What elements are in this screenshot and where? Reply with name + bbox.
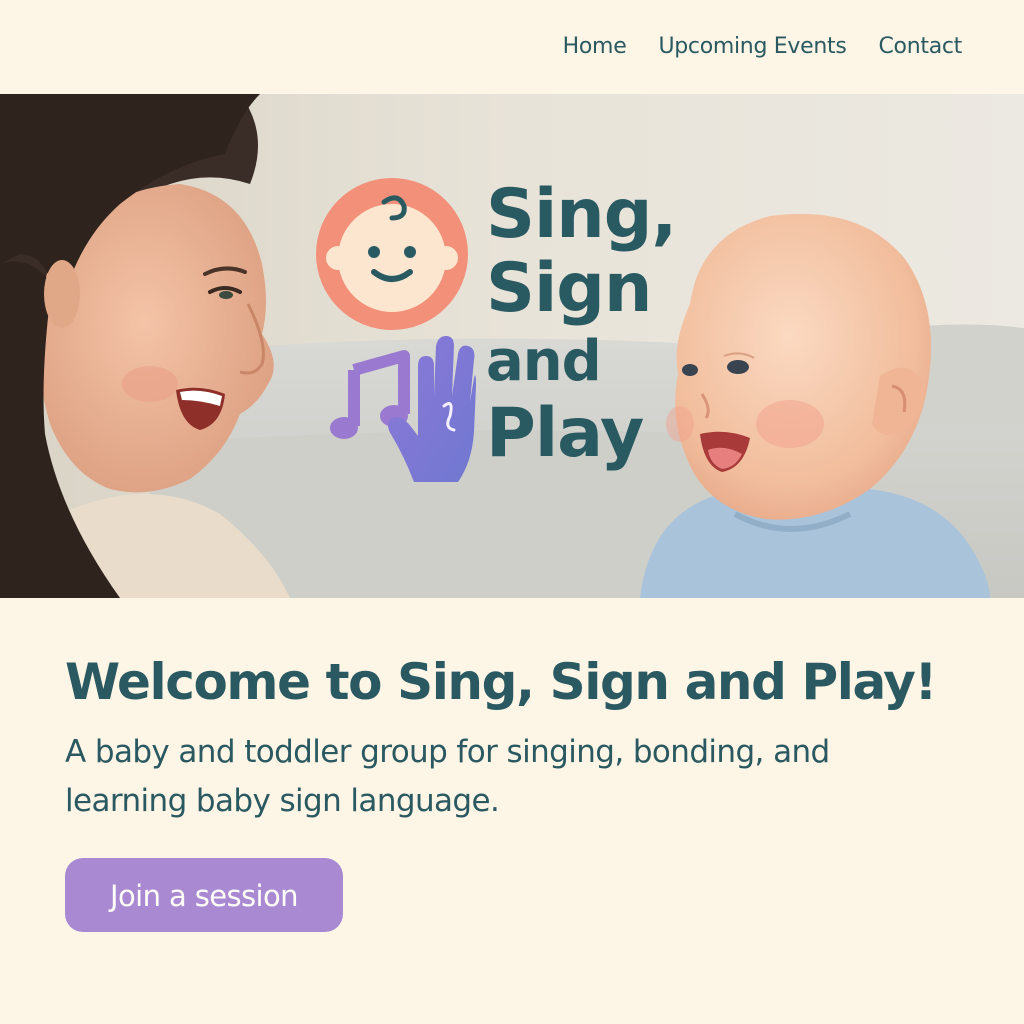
- logo-title-line: Play: [486, 394, 644, 473]
- logo-title: Sing, Sign and Play: [486, 175, 677, 473]
- nav-home-link[interactable]: Home: [531, 32, 627, 62]
- hero-banner: Sing, Sign and Play: [0, 94, 1024, 598]
- page-title: Welcome to Sing, Sign and Play!: [65, 653, 937, 711]
- nav-contact-link[interactable]: Contact: [847, 32, 963, 62]
- site-logo: Sing, Sign and Play: [316, 178, 696, 508]
- site-header: Home Upcoming Events Contact: [0, 0, 1024, 94]
- logo-title-line: and: [486, 329, 602, 394]
- baby-face-icon: [316, 178, 468, 330]
- main-content: Welcome to Sing, Sign and Play! A baby a…: [65, 598, 965, 932]
- logo-title-line: Sign: [486, 249, 652, 328]
- main-nav: Home Upcoming Events Contact: [531, 32, 963, 62]
- page-subtitle: A baby and toddler group for singing, bo…: [65, 734, 830, 819]
- join-session-button[interactable]: Join a session: [65, 858, 343, 932]
- nav-upcoming-events-link[interactable]: Upcoming Events: [626, 32, 846, 62]
- logo-title-line: Sing,: [486, 175, 677, 254]
- hand-sign-icon: [388, 336, 476, 482]
